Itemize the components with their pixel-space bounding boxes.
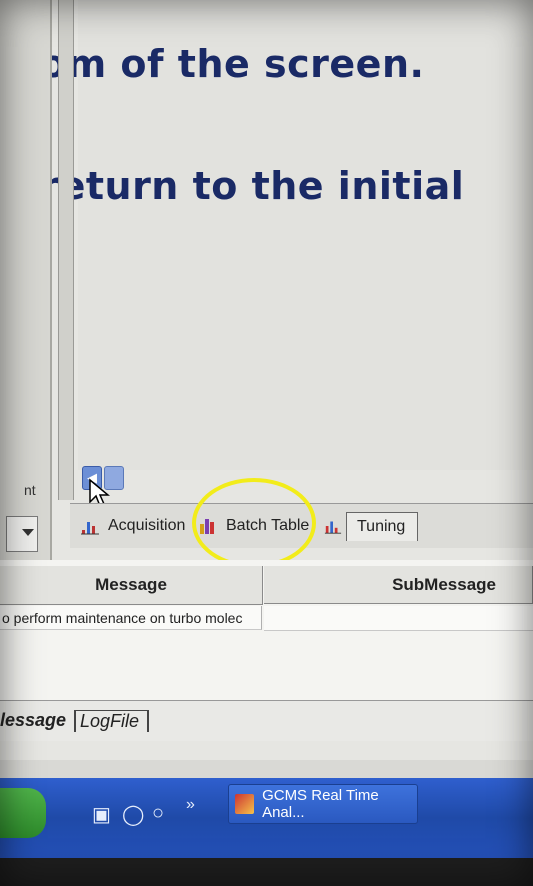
tuning-icon-area xyxy=(324,512,342,540)
tab-tuning-label: Tuning xyxy=(357,518,406,535)
taskbar-window-button[interactable]: GCMS Real Time Anal... xyxy=(228,784,418,824)
quick-launch-search-icon[interactable]: ○ xyxy=(152,802,164,825)
message-cell[interactable]: o perform maintenance on turbo molec xyxy=(0,606,262,630)
left-panel-dropdown[interactable] xyxy=(6,516,38,552)
left-panel: nt xyxy=(0,0,52,560)
tab-message[interactable]: lessage xyxy=(0,710,66,731)
column-header-submessage[interactable]: SubMessage xyxy=(264,566,533,604)
start-button[interactable] xyxy=(0,788,46,838)
submessage-cell[interactable] xyxy=(264,606,533,631)
quick-launch-desktop-icon[interactable]: ▣ xyxy=(92,802,111,827)
column-header-message[interactable]: Message xyxy=(0,566,263,605)
taskbar-window-label: GCMS Real Time Anal... xyxy=(262,787,379,821)
tab-tuning[interactable]: Tuning xyxy=(346,512,419,541)
quick-launch-more-chevron[interactable]: » xyxy=(186,796,195,814)
monitor-bezel xyxy=(0,858,533,886)
acquisition-icon xyxy=(81,522,99,535)
chevron-down-icon xyxy=(22,529,34,536)
tab-logfile[interactable]: LogFile xyxy=(74,710,150,732)
screenshot-slide: om of the screen. o return to the initia… xyxy=(0,0,533,886)
tab-acquisition-label: Acquisition xyxy=(108,517,186,534)
quick-launch-browser-icon[interactable]: ◯ xyxy=(122,802,144,827)
panel-splitter[interactable] xyxy=(58,0,74,500)
instruction-line-1: om of the screen. xyxy=(40,42,425,86)
status-strip xyxy=(0,760,533,780)
highlight-circle xyxy=(192,478,316,568)
left-panel-label: nt xyxy=(24,482,36,498)
tuning-icon xyxy=(324,521,342,534)
app-icon xyxy=(235,794,255,814)
tab-acquisition[interactable]: Acquisition xyxy=(80,512,185,540)
